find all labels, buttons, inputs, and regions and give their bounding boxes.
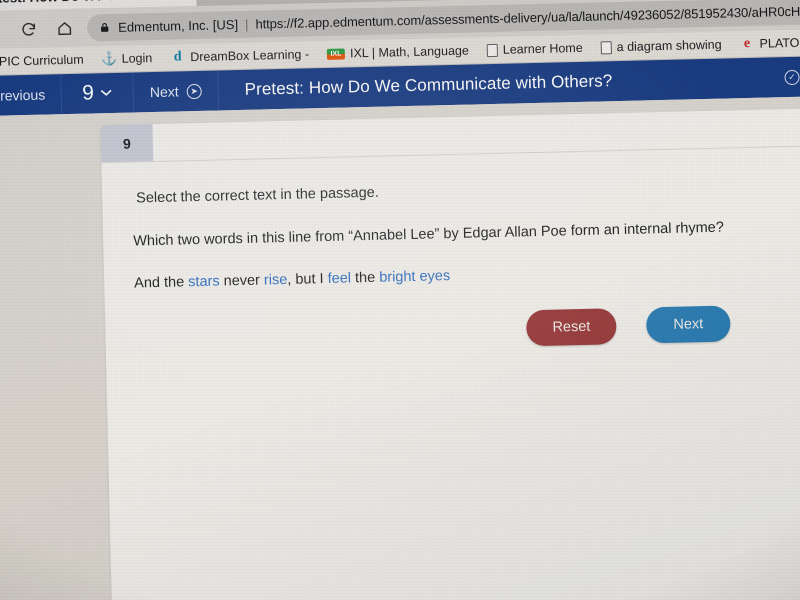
- passage-static-text: the: [350, 269, 380, 287]
- bookmark-label: DreamBox Learning -: [190, 47, 310, 65]
- chevron-down-icon: [100, 84, 113, 102]
- question-card: 9 Select the correct text in the passage…: [100, 107, 800, 600]
- reload-icon[interactable]: [11, 12, 46, 47]
- lock-icon: [99, 21, 110, 34]
- bookmark-label: PLATO Learning Envi: [759, 34, 800, 51]
- question-content: Select the correct text in the passage. …: [101, 146, 800, 356]
- page-icon: [486, 43, 498, 57]
- question-prompt: Which two words in this line from “Annab…: [133, 219, 725, 250]
- submit-button[interactable]: ✓ Sub: [772, 56, 800, 98]
- selectable-word-stars[interactable]: stars: [188, 274, 220, 291]
- bookmark-label: Login: [121, 51, 153, 66]
- photographed-screen: Pretest: How Do We Communica × +: [0, 0, 800, 600]
- url-text: https://f2.app.edmentum.com/assessments-…: [255, 2, 800, 32]
- page-body: 9 Select the correct text in the passage…: [0, 95, 800, 600]
- bookmark-plato[interactable]: e PLATO Learning Envi: [730, 33, 800, 52]
- selectable-word-feel[interactable]: feel: [327, 270, 351, 287]
- bookmark-diagram[interactable]: a diagram showing: [592, 37, 731, 54]
- question-number-badge: 9: [100, 124, 154, 163]
- bookmark-pic-curriculum[interactable]: PIC Curriculum: [0, 52, 93, 69]
- bookmark-label: PIC Curriculum: [0, 52, 84, 69]
- reset-button[interactable]: Reset: [526, 308, 617, 347]
- site-identity: Edmentum, Inc. [US]: [117, 16, 239, 35]
- passage-static-text: never: [219, 272, 265, 290]
- next-button[interactable]: Next: [645, 305, 731, 344]
- previous-label: Previous: [0, 86, 46, 104]
- forward-icon[interactable]: [0, 12, 10, 47]
- passage-static-text: And the: [134, 274, 189, 292]
- ixl-icon: IXL: [326, 47, 346, 60]
- selectable-word-rise[interactable]: rise: [264, 272, 288, 289]
- bookmark-ixl[interactable]: IXL IXL | Math, Language: [318, 43, 478, 61]
- previous-button[interactable]: Previous: [0, 74, 63, 117]
- bookmark-dreambox[interactable]: d DreamBox Learning -: [161, 47, 318, 66]
- bookmark-login[interactable]: ⚓ Login: [92, 50, 161, 67]
- browser-window: Pretest: How Do We Communica × +: [0, 0, 800, 600]
- url-separator: |: [244, 16, 249, 32]
- bookmark-label: a diagram showing: [616, 37, 722, 55]
- selectable-word-eyes[interactable]: eyes: [419, 268, 450, 285]
- plato-icon: e: [743, 35, 751, 52]
- close-icon[interactable]: ×: [170, 0, 189, 2]
- bookmark-label: Learner Home: [502, 40, 583, 57]
- question-selector-dropdown[interactable]: 9: [61, 72, 135, 115]
- page-icon: [600, 40, 612, 54]
- dreambox-icon: d: [173, 49, 182, 65]
- home-icon[interactable]: [47, 11, 82, 46]
- question-instruction: Select the correct text in the passage.: [136, 184, 379, 207]
- bookmark-learner-home[interactable]: Learner Home: [478, 41, 592, 58]
- check-circle-icon: ✓: [784, 69, 800, 85]
- next-nav-label: Next: [149, 83, 179, 101]
- selectable-word-bright[interactable]: bright: [379, 269, 416, 286]
- next-nav-button[interactable]: Next ➤: [133, 70, 220, 113]
- new-tab-button[interactable]: +: [196, 0, 237, 4]
- arrow-right-circle-icon: ➤: [186, 83, 202, 99]
- tab-title: Pretest: How Do We Communica: [0, 0, 170, 6]
- anchor-icon: ⚓: [100, 50, 118, 67]
- passage-static-text: , but I: [287, 270, 328, 288]
- bookmark-label: IXL | Math, Language: [349, 43, 469, 61]
- current-question-number: 9: [81, 81, 95, 105]
